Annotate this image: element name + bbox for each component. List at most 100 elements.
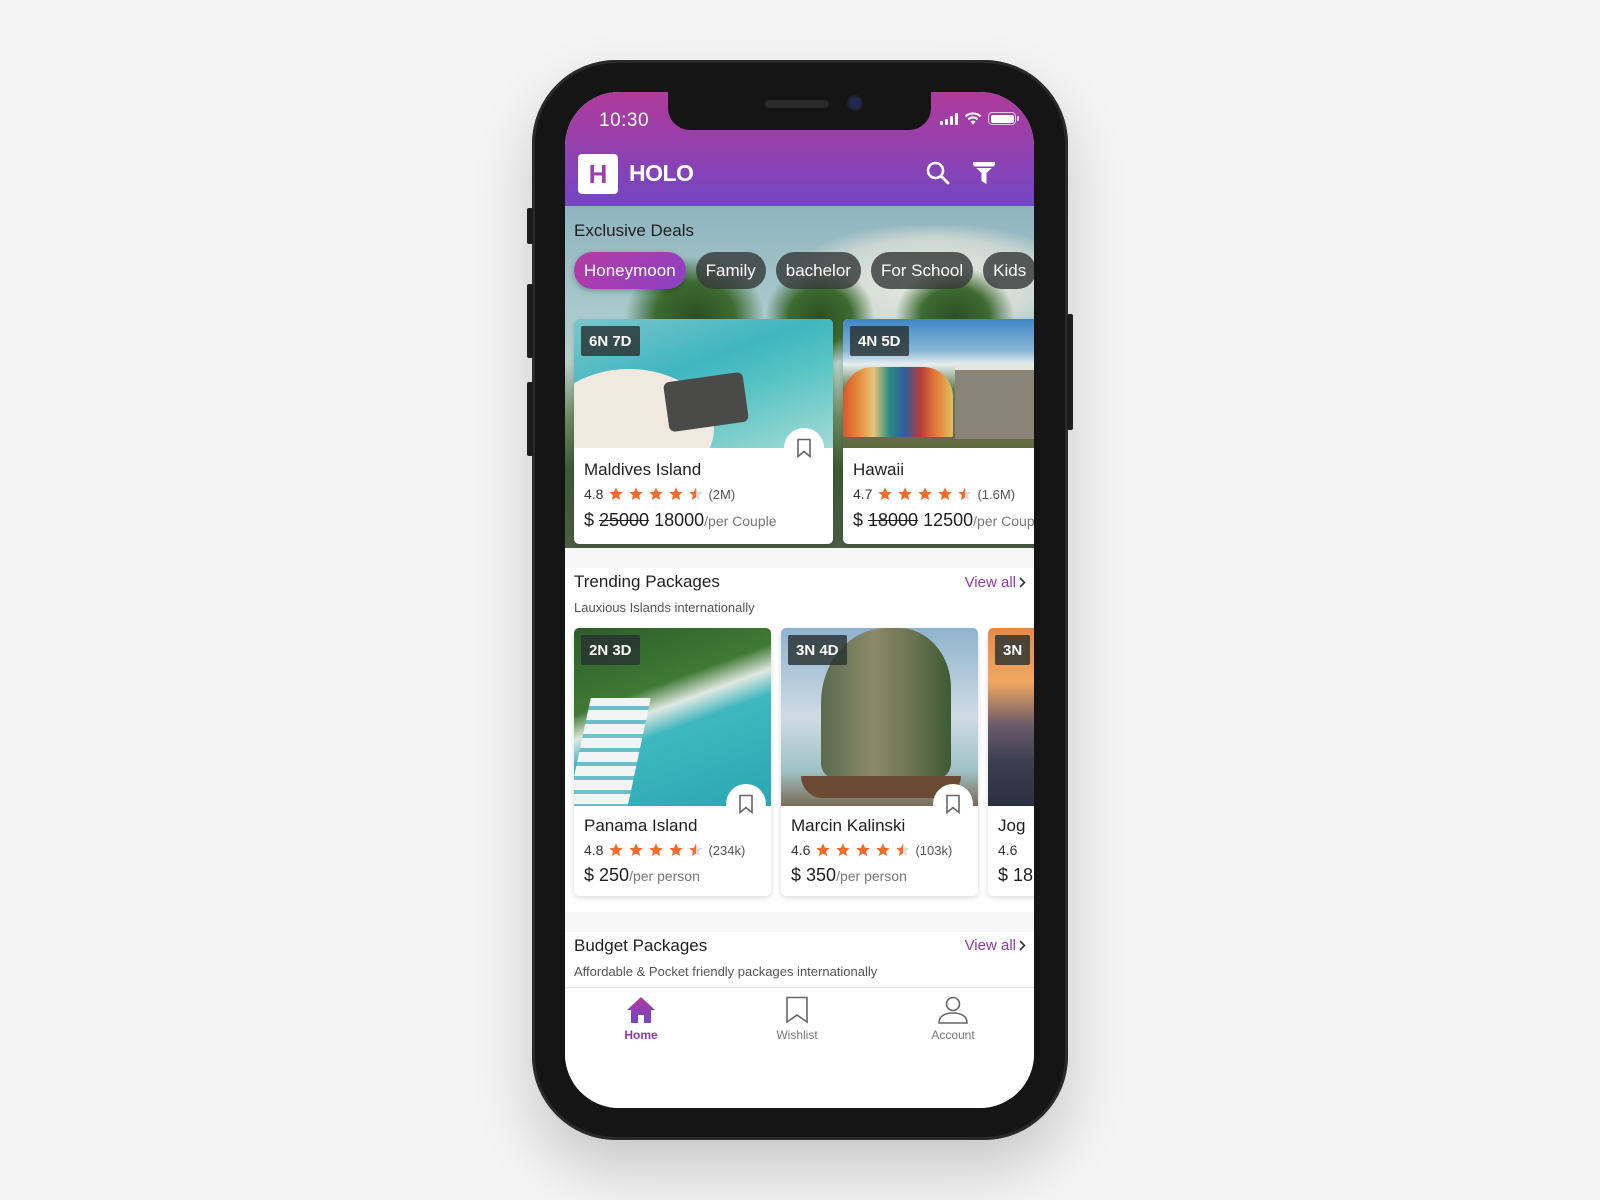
tab-home[interactable]: Home <box>596 996 686 1042</box>
section-title-budget: Budget Packages <box>574 936 708 955</box>
chip-kids[interactable]: Kids <box>983 252 1034 289</box>
tab-label: Home <box>624 1028 658 1042</box>
duration-badge: 6N 7D <box>581 326 640 356</box>
duration-badge: 4N 5D <box>850 326 909 356</box>
tab-label: Wishlist <box>776 1028 818 1042</box>
category-chips: Honeymoon Family bachelor For School Kid… <box>574 252 1034 289</box>
chip-family[interactable]: Family <box>695 252 766 289</box>
currency: $ <box>791 865 802 885</box>
chevron-right-icon <box>1019 577 1026 588</box>
bookmark-button[interactable] <box>784 428 824 468</box>
price-row: $ 18 <box>998 865 1033 886</box>
tab-wishlist[interactable]: Wishlist <box>752 996 842 1042</box>
volume-up-button <box>527 284 533 358</box>
star-rating <box>608 842 704 858</box>
package-name: Marcin Kalinski <box>791 816 906 835</box>
star-full-icon <box>669 843 684 856</box>
star-full-icon <box>649 843 664 856</box>
star-full-icon <box>898 487 913 500</box>
image-shed <box>955 364 1034 439</box>
star-full-icon <box>816 843 831 856</box>
bookmark-icon <box>786 996 808 1024</box>
rating-row: 4.8 (2M) <box>584 486 735 502</box>
price-row: $ 250 /per person <box>584 865 700 886</box>
package-card[interactable]: 3N 4D Marcin Kalinski 4.6 (103k) $ 350 /… <box>781 628 978 896</box>
price: 12500 <box>923 510 974 530</box>
speaker <box>765 100 829 108</box>
star-full-icon <box>629 843 644 856</box>
tab-label: Account <box>931 1028 975 1042</box>
bookmark-icon <box>797 438 811 458</box>
view-all-label: View all <box>964 574 1016 591</box>
price-unit: /per person <box>629 868 700 884</box>
user-icon <box>938 996 968 1024</box>
package-card[interactable]: 3N Jog 4.6 $ 18 <box>988 628 1034 896</box>
star-half-icon <box>958 487 973 500</box>
section-subtitle-trending: Lauxious Islands internationally <box>574 600 755 615</box>
front-camera <box>849 97 861 109</box>
star-rating <box>815 842 911 858</box>
chip-honeymoon[interactable]: Honeymoon <box>574 252 686 289</box>
status-icons <box>940 112 1019 125</box>
star-full-icon <box>938 487 953 500</box>
rating-row: 4.6 <box>998 842 1020 858</box>
star-full-icon <box>629 487 644 500</box>
package-name: Panama Island <box>584 816 698 835</box>
deal-card[interactable]: 6N 7D Maldives Island 4.8 (2M) $ 25000 1… <box>574 319 833 544</box>
section-title-trending: Trending Packages <box>574 572 720 591</box>
rating-value: 4.6 <box>791 842 811 858</box>
package-card[interactable]: 2N 3D Panama Island 4.8 (234k) $ 250 /pe… <box>574 628 771 896</box>
bookmark-icon <box>946 794 960 814</box>
view-all-trending[interactable]: View all <box>965 574 1026 591</box>
rating-value: 4.8 <box>584 842 604 858</box>
image-villas <box>574 698 651 806</box>
bookmark-button[interactable] <box>933 784 973 824</box>
chevron-right-icon <box>1019 940 1026 951</box>
power-button <box>1067 314 1073 430</box>
phone-screen: 10:30 H HOLO Exclusive Deals Honeymoon F… <box>565 92 1034 1108</box>
view-all-label: View all <box>964 937 1016 954</box>
star-full-icon <box>836 843 851 856</box>
star-full-icon <box>876 843 891 856</box>
price-unit: /per person <box>836 868 907 884</box>
rating-row: 4.7 (1.6M) <box>853 486 1015 502</box>
bottom-tab-bar: Home Wishlist Account <box>565 987 1034 1108</box>
exclusive-deals-section: Exclusive Deals Honeymoon Family bachelo… <box>565 206 1034 556</box>
mute-switch <box>527 208 533 244</box>
price: 350 <box>806 865 837 885</box>
star-rating <box>608 486 704 502</box>
star-full-icon <box>856 843 871 856</box>
price-row: $ 350 /per person <box>791 865 907 886</box>
rating-value: 4.7 <box>853 486 873 502</box>
star-half-icon <box>689 843 704 856</box>
star-half-icon <box>896 843 911 856</box>
review-count: (234k) <box>708 842 746 858</box>
tab-account[interactable]: Account <box>908 996 998 1042</box>
section-title-exclusive-deals: Exclusive Deals <box>574 221 694 240</box>
bookmark-button[interactable] <box>726 784 766 824</box>
volume-down-button <box>527 382 533 456</box>
star-full-icon <box>878 487 893 500</box>
chip-bachelor[interactable]: bachelor <box>775 252 861 289</box>
view-all-budget[interactable]: View all <box>965 937 1026 954</box>
old-price: 18000 <box>868 510 919 530</box>
deal-card[interactable]: 4N 5D Hawaii 4.7 (1.6M) $ 18000 12500 /p… <box>843 319 1034 544</box>
price: 250 <box>599 865 630 885</box>
chip-for-school[interactable]: For School <box>870 252 974 289</box>
deal-name: Hawaii <box>853 460 905 479</box>
old-price: 25000 <box>599 510 650 530</box>
device-notch <box>668 92 931 130</box>
star-full-icon <box>669 487 684 500</box>
section-subtitle-budget: Affordable & Pocket friendly packages in… <box>574 964 878 979</box>
bookmark-icon <box>739 794 753 814</box>
search-button[interactable] <box>923 158 953 188</box>
duration-badge: 2N 3D <box>581 635 640 665</box>
price-row: $ 18000 12500 /per Couple <box>853 510 1034 531</box>
battery-icon <box>988 112 1019 125</box>
filter-button[interactable] <box>969 158 999 188</box>
review-count: (2M) <box>708 486 736 502</box>
star-half-icon <box>689 487 704 500</box>
rating-row: 4.8 (234k) <box>584 842 745 858</box>
currency: $ <box>584 865 595 885</box>
package-name: Jog <box>998 816 1026 835</box>
